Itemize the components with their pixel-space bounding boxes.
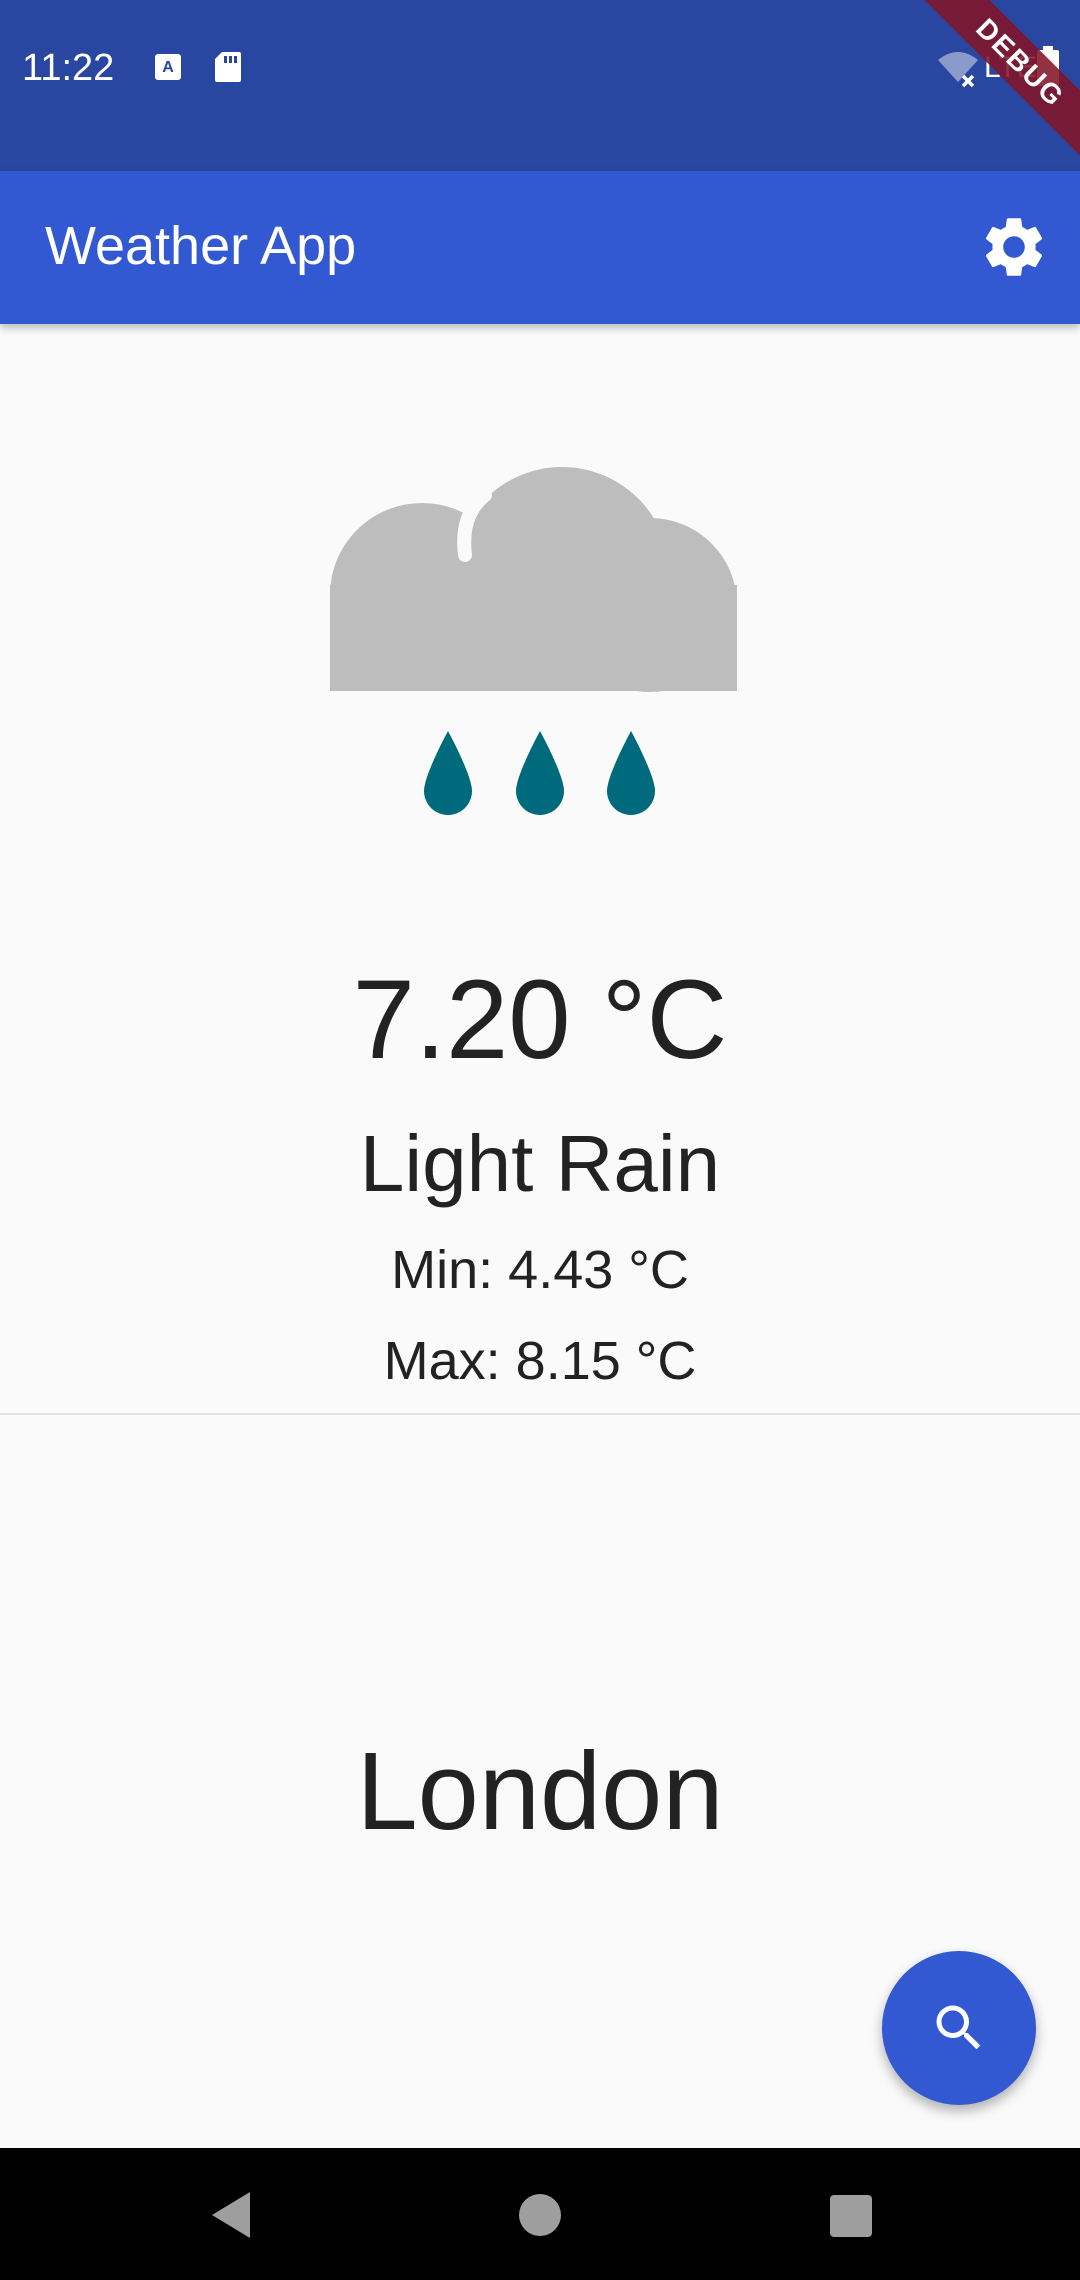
home-icon[interactable] bbox=[505, 2180, 575, 2250]
divider bbox=[0, 1413, 1080, 1415]
rain-drops bbox=[424, 731, 655, 815]
min-temperature: Min: 4.43 °C bbox=[391, 1240, 689, 1300]
settings-button[interactable] bbox=[978, 211, 1050, 283]
cloud-rain-icon bbox=[330, 467, 737, 815]
app-title: Weather App bbox=[45, 216, 357, 276]
max-temperature: Max: 8.15 °C bbox=[383, 1331, 697, 1391]
gear-icon bbox=[985, 218, 1043, 276]
cloud-shape bbox=[330, 467, 737, 692]
status-time: 11:22 bbox=[22, 47, 115, 89]
recents-icon[interactable] bbox=[815, 2180, 885, 2250]
debug-label: DEBUG bbox=[911, 0, 1080, 170]
a-notification-icon: A bbox=[155, 54, 181, 80]
svg-text:A: A bbox=[162, 59, 174, 76]
current-temperature: 7.20 °C bbox=[352, 957, 728, 1082]
sd-card-icon bbox=[215, 52, 241, 82]
search-icon bbox=[936, 2005, 981, 2050]
debug-banner: DEBUG bbox=[910, 0, 1080, 170]
weather-condition: Light Rain bbox=[359, 1119, 721, 1208]
search-button[interactable] bbox=[882, 1951, 1036, 2105]
navigation-bar bbox=[0, 2148, 1080, 2280]
back-icon[interactable] bbox=[198, 2180, 268, 2250]
app-bar: Weather App bbox=[0, 171, 1080, 324]
status-bar: 11:22 A LTE DEBUG bbox=[0, 0, 1080, 171]
screen: 11:22 A LTE DEBUG Weather App bbox=[0, 0, 1080, 2280]
city-name: London bbox=[356, 1730, 724, 1853]
